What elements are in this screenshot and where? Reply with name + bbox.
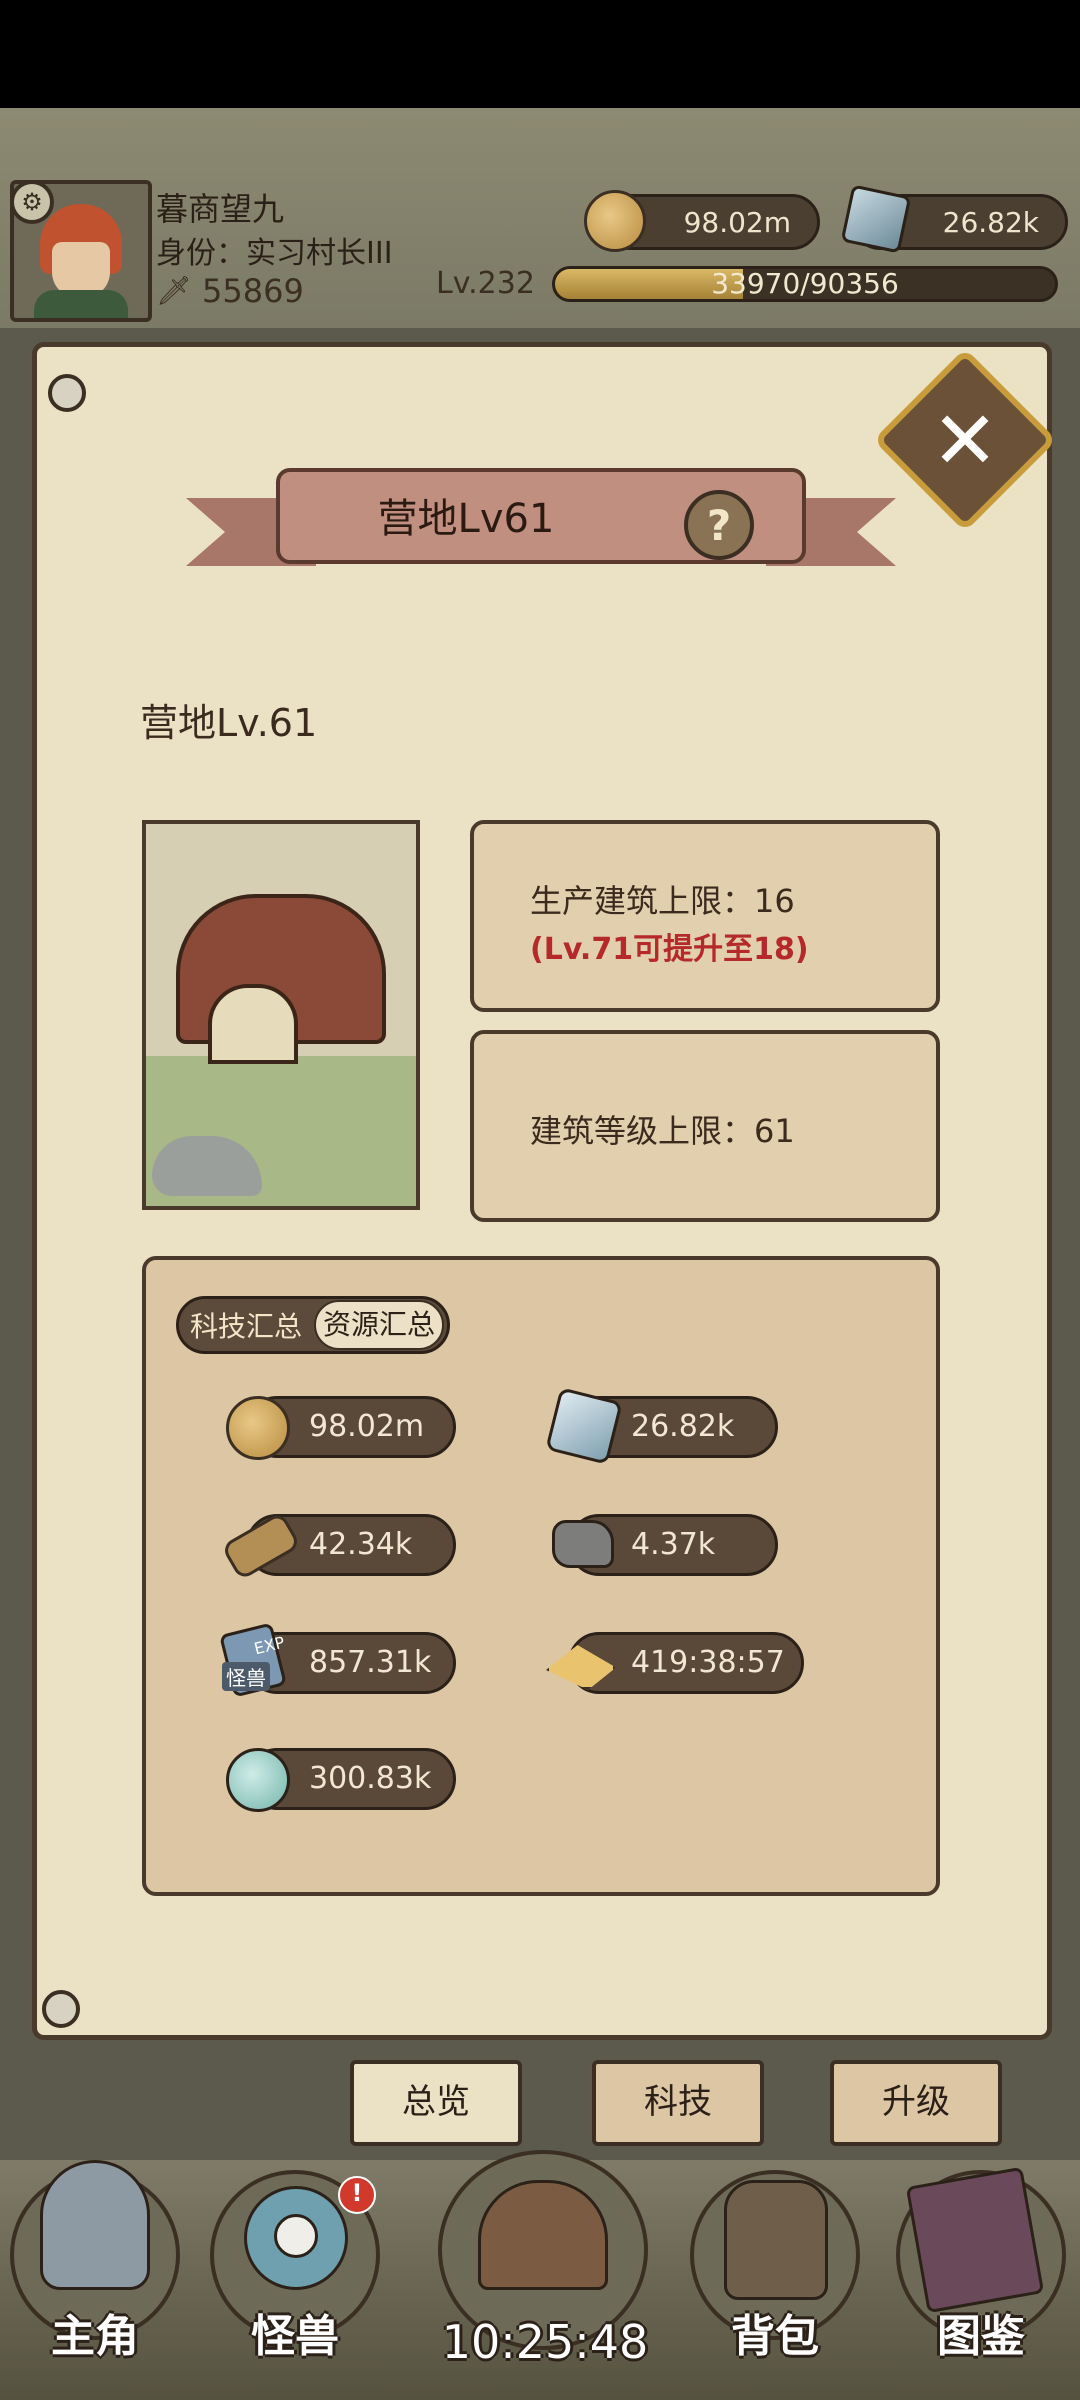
tab-resource-summary[interactable]: 资源汇总	[314, 1300, 444, 1350]
player-level: Lv.232	[436, 266, 535, 301]
camp-level-text: 营地Lv.61	[140, 701, 318, 745]
exp-tag: 怪兽	[222, 1662, 270, 1691]
resource-value: 42.34k	[309, 1527, 413, 1562]
close-icon[interactable]: ✕	[900, 375, 1030, 505]
gem-counter-value: 26.82k	[942, 205, 1039, 239]
xp-text: 33970/90356	[711, 267, 899, 300]
player-title: 身份：实习村长III	[156, 236, 393, 271]
book-icon	[905, 2166, 1045, 2314]
nav-hero-label: 主角	[51, 2311, 139, 2362]
resource-value: 300.83k	[309, 1761, 432, 1796]
house-door	[208, 984, 298, 1064]
combat-power: 55869	[202, 272, 304, 310]
monster-alert-badge: !	[338, 2176, 376, 2214]
coin-counter-value: 98.02m	[683, 205, 791, 239]
sword-icon: 🗡	[156, 274, 192, 307]
helmet-icon	[40, 2160, 150, 2290]
status-bar	[0, 0, 1080, 108]
help-icon[interactable]: ?	[684, 490, 754, 560]
nav-bag-label: 背包	[731, 2311, 819, 2362]
building-level-text: 建筑等级上限：61	[530, 1112, 795, 1150]
resource-value: 4.37k	[631, 1527, 716, 1562]
avatar-body	[34, 290, 128, 318]
resource-value: 98.02m	[309, 1409, 425, 1444]
tab-tech-summary[interactable]: 科技汇总	[190, 1305, 302, 1345]
production-limit-text: 生产建筑上限：16	[530, 882, 795, 920]
monster-eye-pupil-icon	[274, 2214, 318, 2258]
gem-icon	[840, 184, 912, 254]
camp-building-image	[142, 820, 420, 1210]
tab-overview[interactable]: 总览	[350, 2060, 522, 2146]
resource-value: 419:38:57	[631, 1645, 785, 1680]
backpack-icon	[724, 2180, 828, 2300]
camp-icon	[478, 2180, 608, 2290]
building-level-card: 建筑等级上限：61	[470, 1030, 940, 1222]
pin-bottom-left-icon	[42, 1990, 80, 2028]
resource-value: 26.82k	[631, 1409, 735, 1444]
tab-upgrade[interactable]: 升级	[830, 2060, 1002, 2146]
resource-value: 857.31k	[309, 1645, 432, 1680]
ore-icon	[552, 1520, 614, 1568]
water-drop-icon	[226, 1748, 290, 1812]
nav-monster-label: 怪兽	[251, 2311, 339, 2362]
coin-icon	[226, 1396, 290, 1460]
game-clock: 10:25:48	[441, 2315, 649, 2369]
settings-gear-icon[interactable]: ⚙	[10, 180, 54, 224]
nav-codex-label: 图鉴	[937, 2311, 1025, 2362]
coin-icon	[584, 190, 646, 252]
dialog-title: 营地Lv61	[377, 496, 555, 542]
production-limit-card: 生产建筑上限：16 (Lv.71可提升至18)	[470, 820, 940, 1012]
production-limit-note: (Lv.71可提升至18)	[530, 932, 809, 967]
pin-top-left-icon	[48, 374, 86, 412]
player-name: 暮商望九	[156, 190, 285, 228]
tab-tech[interactable]: 科技	[592, 2060, 764, 2146]
